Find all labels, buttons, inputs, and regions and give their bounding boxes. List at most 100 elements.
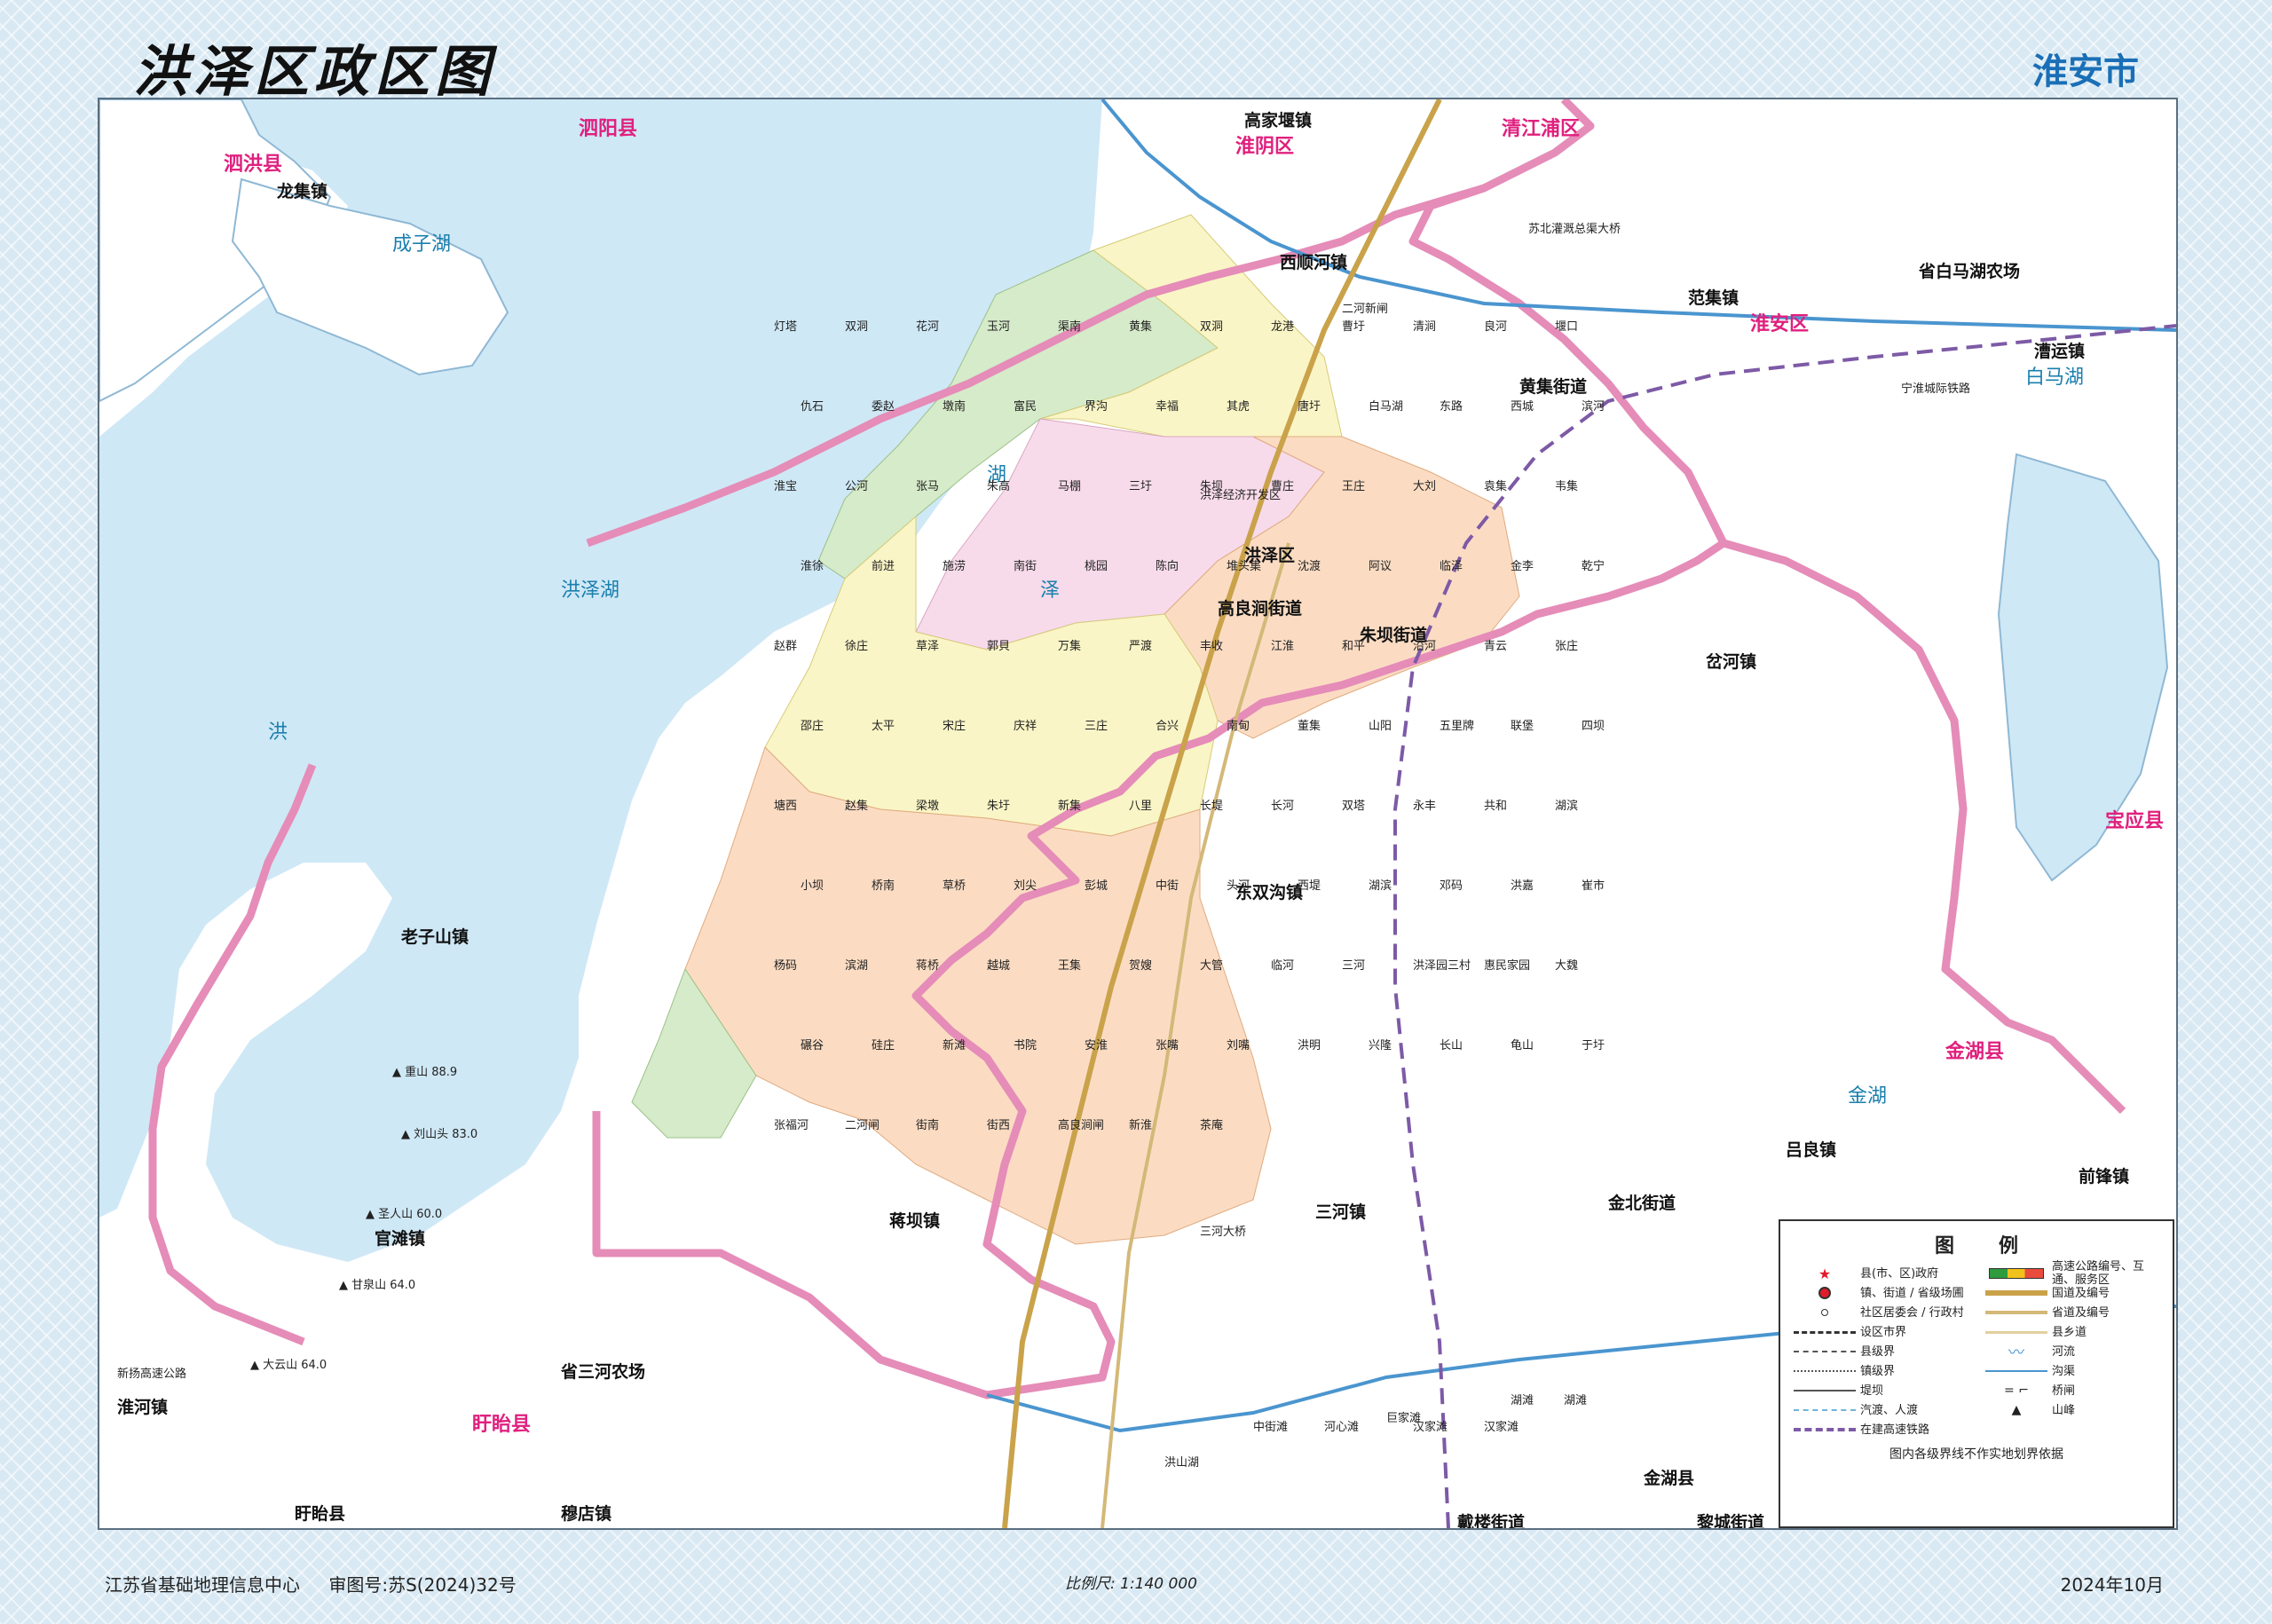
- village-label: 双洞: [845, 320, 868, 334]
- village-label: 洪泽园三村: [1413, 959, 1471, 973]
- legend-item-county-gov: ★ 县(市、区)政府: [1789, 1264, 1972, 1283]
- town-label: 岔河镇: [1706, 651, 1756, 672]
- provincial-road-icon: [1981, 1305, 2052, 1320]
- village-label: 长山: [1440, 1039, 1463, 1052]
- village-label: 洪嘉: [1511, 879, 1534, 893]
- town-label: 西顺河镇: [1280, 252, 1347, 272]
- annotation-label: 二河新闸: [1342, 302, 1388, 316]
- dash-dot-thin-icon: [1789, 1344, 1860, 1359]
- annotation-label: 苏北灌溉总渠大桥: [1528, 222, 1621, 236]
- red-star-icon: ★: [1818, 1265, 1832, 1282]
- village-label: 白马湖: [1369, 399, 1403, 414]
- village-label: 淮徐: [801, 560, 824, 573]
- village-label: 邵庄: [801, 719, 824, 733]
- village-label: 中街: [1156, 879, 1179, 893]
- village-label: 赵群: [774, 640, 797, 653]
- village-label: 茶庵: [1200, 1118, 1223, 1132]
- legend-item-peak: ▲ 山峰: [1981, 1400, 2164, 1420]
- legend-item-city-border: 设区市界: [1789, 1322, 1972, 1342]
- village-label: 严渡: [1129, 639, 1152, 653]
- dash-dot-line-icon: [1789, 1325, 1860, 1339]
- town-label: 蒋坝镇: [889, 1210, 940, 1231]
- circle-dot-icon: [1789, 1286, 1860, 1300]
- region-label: 淮阴区: [1235, 136, 1294, 158]
- village-label: 阿议: [1369, 560, 1392, 573]
- town-label: 戴楼街道: [1457, 1512, 1525, 1528]
- village-label: 梁墩: [916, 800, 939, 813]
- village-label: 公河: [845, 480, 868, 493]
- village-label: 张嘴: [1156, 1039, 1179, 1052]
- annotation-label: 汉家滩: [1484, 1420, 1519, 1434]
- region-label: 盱眙县: [472, 1413, 531, 1436]
- legend-item-canal: 沟渠: [1981, 1361, 2164, 1381]
- village-label: 合兴: [1156, 720, 1179, 733]
- village-label: 刘嘴: [1227, 1039, 1250, 1052]
- village-label: 共和: [1484, 800, 1507, 813]
- village-label: 蒋桥: [916, 959, 939, 973]
- map-scale: 比例尺: 1:140 000: [1065, 1575, 1197, 1593]
- village-label: 滨河: [1582, 399, 1605, 414]
- legend-item-town: 镇、街道 / 省级场圃: [1789, 1283, 1972, 1303]
- village-label: 小坝: [801, 879, 824, 893]
- legend-item-provincial-road: 省道及编号: [1981, 1303, 2164, 1322]
- village-label: 黄集: [1129, 319, 1152, 334]
- village-label: 乾宁: [1582, 559, 1605, 573]
- annotation-label: 洪泽经济开发区: [1200, 488, 1281, 502]
- peak-label: ▲ 圣人山 60.0: [366, 1208, 442, 1221]
- village-label: 庆祥: [1014, 720, 1037, 733]
- village-label: 沈渡: [1298, 559, 1321, 573]
- village-label: 沿河: [1413, 640, 1436, 653]
- village-label: 朱圩: [987, 800, 1010, 813]
- approval-number: 审图号:苏S(2024)32号: [328, 1574, 517, 1596]
- legend-item-bridge: = ⌐ 桥闸: [1981, 1381, 2164, 1400]
- village-label: 龟山: [1511, 1039, 1534, 1052]
- dike-line-icon: [1789, 1384, 1860, 1398]
- town-label: 高家堰镇: [1244, 110, 1312, 130]
- village-label: 新滩: [943, 1038, 966, 1052]
- town-label: 金湖县: [1643, 1468, 1694, 1488]
- village-label: 其虎: [1227, 400, 1250, 414]
- legend-item-county-border: 县级界: [1789, 1342, 1972, 1361]
- town-label: 官滩镇: [375, 1228, 425, 1249]
- village-label: 张庄: [1555, 639, 1578, 653]
- village-label: 太平: [872, 720, 895, 733]
- village-label: 灯塔: [774, 320, 797, 334]
- village-label: 惠民家园: [1484, 958, 1530, 973]
- village-label: 界沟: [1085, 400, 1108, 414]
- village-label: 杨码: [774, 959, 797, 973]
- village-label: 和平: [1342, 640, 1365, 653]
- village-label: 新淮: [1129, 1118, 1152, 1132]
- village-label: 三圩: [1129, 480, 1152, 493]
- legend-title: 图例: [1934, 1235, 2063, 1257]
- village-label: 书院: [1014, 1039, 1037, 1052]
- village-label: 花河: [916, 319, 939, 334]
- village-label: 洪明: [1298, 1039, 1321, 1052]
- town-label: 龙集镇: [277, 181, 327, 201]
- region-label: 淮安区: [1750, 312, 1809, 335]
- village-label: 刘尖: [1014, 879, 1037, 893]
- annotation-label: 宁淮城际铁路: [1901, 382, 1970, 396]
- village-label: 南街: [1014, 559, 1037, 573]
- legend-item-river: 〰河流: [1981, 1342, 2164, 1362]
- town-label: 盱眙县: [295, 1503, 345, 1524]
- village-label: 郭貝: [987, 639, 1010, 653]
- region-label: 金湖县: [1945, 1040, 2004, 1063]
- district-orange-south: [684, 746, 1272, 1245]
- legend-box: 图例 ★ 县(市、区)政府 镇、街道 / 省级场圃 社区居委会 / 行政村 设区市…: [1779, 1219, 2174, 1528]
- water-label: 洪泽湖: [561, 579, 619, 602]
- village-label: 邓码: [1440, 879, 1463, 893]
- village-label: 张福河: [774, 1119, 809, 1132]
- river-wave-icon: 〰: [2008, 1344, 2024, 1362]
- town-label: 吕良镇: [1786, 1139, 1836, 1160]
- map-frame[interactable]: 泗洪县 泗阳县 淮阴区 清江浦区 淮安区 宝应县 金湖县 盱眙县 洪泽湖 成子湖 白马湖 金湖洪泽湖洪…: [98, 98, 2178, 1530]
- village-label: 八里: [1129, 800, 1152, 813]
- village-label: 江淮: [1271, 640, 1294, 653]
- village-label: 新集: [1058, 799, 1081, 813]
- small-circle-icon: [1789, 1305, 1860, 1320]
- publisher-name: 江苏省基础地理信息中心: [105, 1574, 300, 1596]
- village-label: 西堤: [1298, 879, 1321, 893]
- village-label: 大魏: [1555, 959, 1578, 973]
- village-label: 朱高: [987, 479, 1010, 493]
- town-label: 漕运镇: [2034, 341, 2085, 361]
- village-label: 袁集: [1484, 479, 1507, 493]
